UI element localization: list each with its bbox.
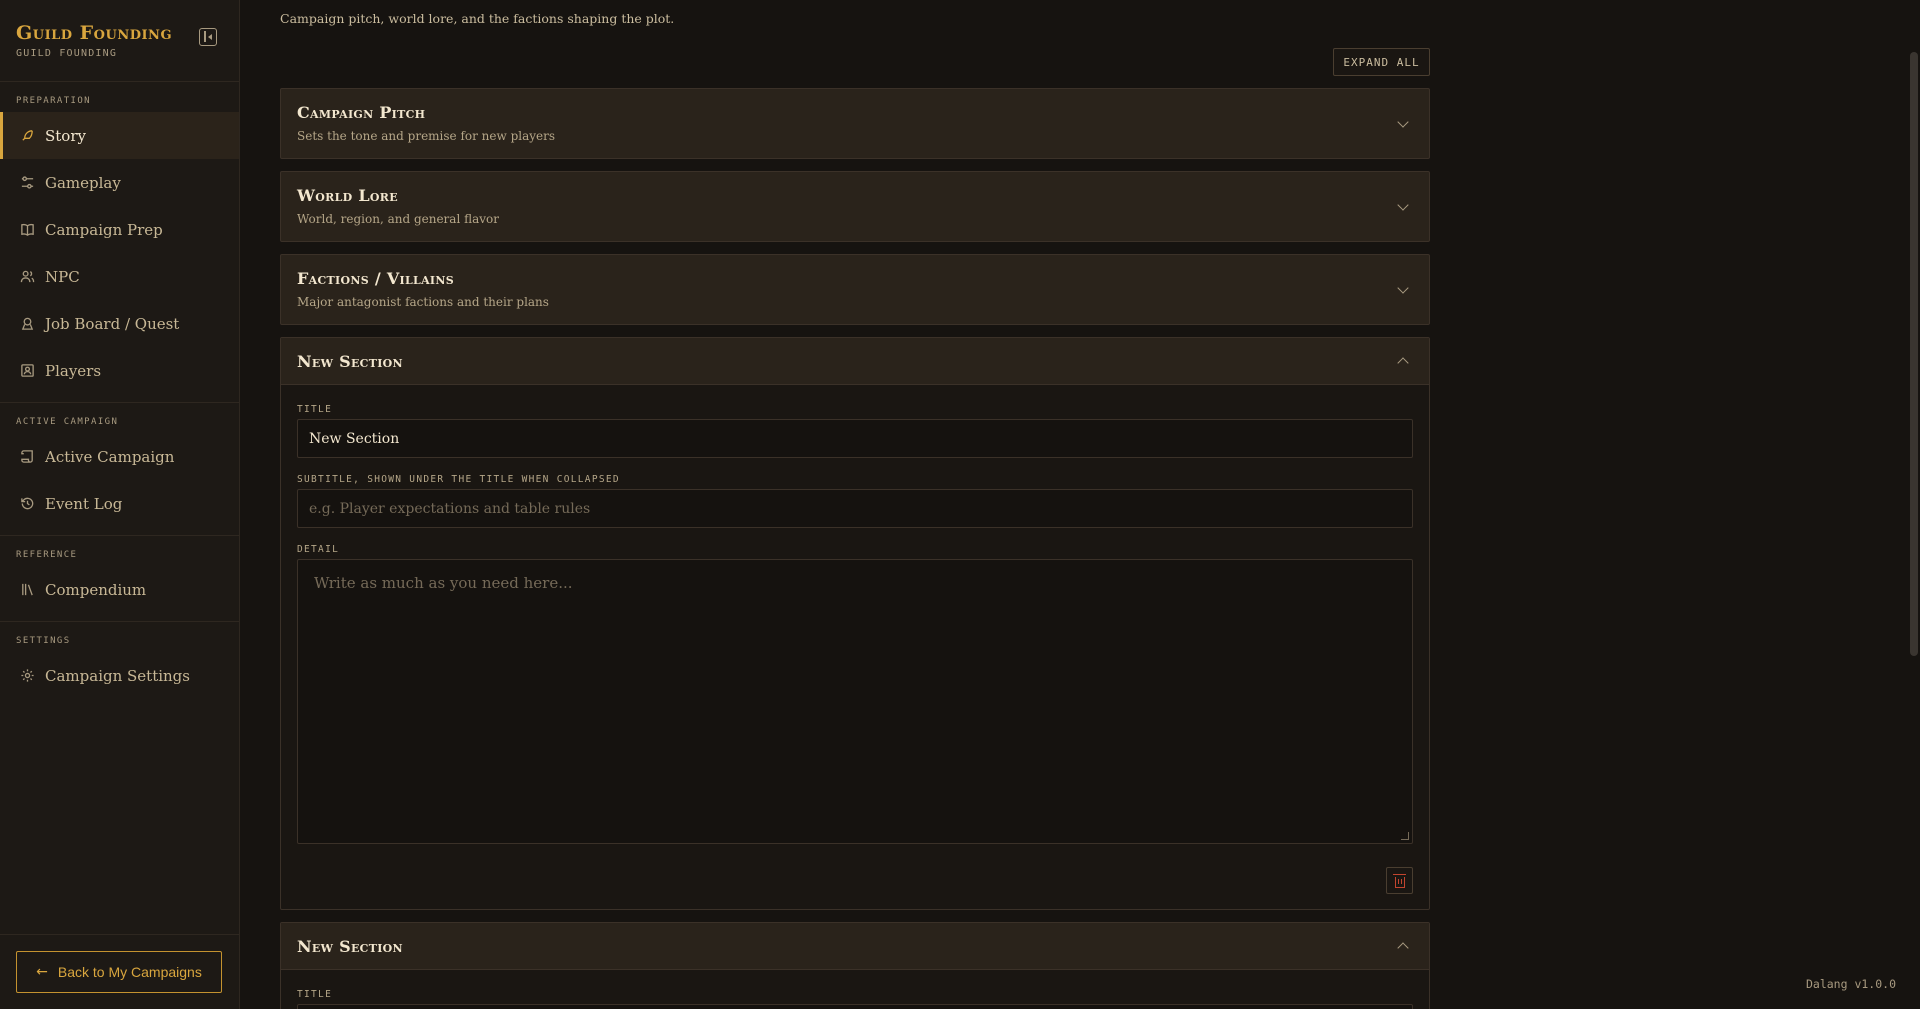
sidebar-item-gameplay[interactable]: Gameplay [0,159,239,206]
collapse-sidebar-icon[interactable] [199,28,217,46]
scroll-icon [19,449,35,465]
scrollbar[interactable] [1908,0,1920,1009]
gear-icon [19,668,35,684]
book-icon [19,222,35,238]
title-field-label: TITLE [297,404,333,415]
sidebar-item-players[interactable]: Players [0,347,239,394]
sidebar-item-label: Players [45,361,102,380]
section-card-world-lore[interactable]: World Lore World, region, and general fl… [280,171,1430,242]
sidebar: Guild Founding GUILD FOUNDING PREPARATIO… [0,0,240,1009]
sidebar-item-label: Event Log [45,494,123,513]
section-editor: New Section TITLE SUBTITLE, SHOWN UNDER … [280,337,1430,910]
section-editor-2: New Section TITLE [280,922,1430,1009]
arrow-left-icon: ← [36,964,48,980]
brand-title: Guild Founding [16,22,173,44]
chevron-up-icon[interactable] [1397,942,1409,954]
section-editor-header[interactable]: New Section [281,338,1429,385]
section-subtitle: Sets the tone and premise for new player… [297,129,556,143]
sidebar-item-campaign-prep[interactable]: Campaign Prep [0,206,239,253]
brand: Guild Founding GUILD FOUNDING [0,0,239,82]
section-title: New Section [297,937,403,956]
sidebar-item-active-campaign[interactable]: Active Campaign [0,433,239,480]
chevron-up-icon[interactable] [1397,357,1409,369]
section-title: New Section [297,352,403,371]
sidebar-item-label: Active Campaign [45,447,175,466]
sidebar-item-event-log[interactable]: Event Log [0,480,239,527]
section-card-factions[interactable]: Factions / Villains Major antagonist fac… [280,254,1430,325]
nav-group-label: SETTINGS [16,636,71,646]
contact-icon [19,363,35,379]
sliders-icon [19,175,35,191]
subtitle-field-label: SUBTITLE, SHOWN UNDER THE TITLE WHEN COL… [297,474,620,485]
chevron-down-icon[interactable] [1397,116,1409,128]
section-editor-header[interactable]: New Section [281,923,1429,970]
delete-section-button[interactable] [1386,867,1413,894]
sidebar-item-campaign-settings[interactable]: Campaign Settings [0,652,239,699]
users-icon [19,269,35,285]
section-card-campaign-pitch[interactable]: Campaign Pitch Sets the tone and premise… [280,88,1430,159]
app-version: Dalang v1.0.0 [1805,977,1896,991]
nav-group-label: REFERENCE [16,550,78,560]
library-icon [19,582,35,598]
section-subtitle: World, region, and general flavor [297,212,500,226]
sidebar-item-label: Job Board / Quest [45,314,180,333]
nav-group-settings: SETTINGS Campaign Settings [0,622,239,707]
chevron-down-icon[interactable] [1397,199,1409,211]
resize-handle-icon[interactable] [1401,832,1409,840]
sidebar-item-compendium[interactable]: Compendium [0,566,239,613]
scrollbar-thumb[interactable] [1910,52,1918,656]
sidebar-item-label: Story [45,126,86,145]
nav-group-label: PREPARATION [16,96,92,106]
sidebar-item-label: Campaign Prep [45,220,163,239]
section-title: Factions / Villains [297,269,454,288]
nav-group-reference: REFERENCE Compendium [0,536,239,622]
title-input[interactable] [297,1004,1413,1009]
sidebar-item-npc[interactable]: NPC [0,253,239,300]
detail-textarea[interactable] [297,559,1413,844]
trash-icon [1392,873,1406,888]
history-icon [19,496,35,512]
back-to-campaigns-button[interactable]: ← Back to My Campaigns [16,951,222,993]
page-intro: Campaign pitch, world lore, and the fact… [280,11,675,26]
section-title: World Lore [297,186,398,205]
main-content: Campaign pitch, world lore, and the fact… [280,0,1430,1009]
sidebar-item-story[interactable]: Story [0,112,239,159]
detail-field-label: DETAIL [297,544,340,555]
title-input[interactable] [297,419,1413,458]
sidebar-item-job-board[interactable]: Job Board / Quest [0,300,239,347]
badge-icon [19,316,35,332]
chevron-down-icon[interactable] [1397,282,1409,294]
nav-group-preparation: PREPARATION Story Gameplay Campaign Prep… [0,82,239,403]
subtitle-input[interactable] [297,489,1413,528]
sidebar-item-label: Compendium [45,580,147,599]
expand-all-button[interactable]: EXPAND ALL [1333,48,1430,76]
nav-group-label: ACTIVE CAMPAIGN [16,417,119,427]
section-subtitle: Major antagonist factions and their plan… [297,295,549,309]
brand-subtitle: GUILD FOUNDING [16,48,118,59]
title-field-label: TITLE [297,989,333,1000]
sidebar-divider [0,934,239,935]
sidebar-item-label: Campaign Settings [45,666,190,685]
feather-icon [19,128,35,144]
sidebar-item-label: NPC [45,267,80,286]
back-button-label: Back to My Campaigns [57,964,202,980]
section-title: Campaign Pitch [297,103,426,122]
nav-group-active-campaign: ACTIVE CAMPAIGN Active Campaign Event Lo… [0,403,239,536]
sidebar-item-label: Gameplay [45,173,121,192]
